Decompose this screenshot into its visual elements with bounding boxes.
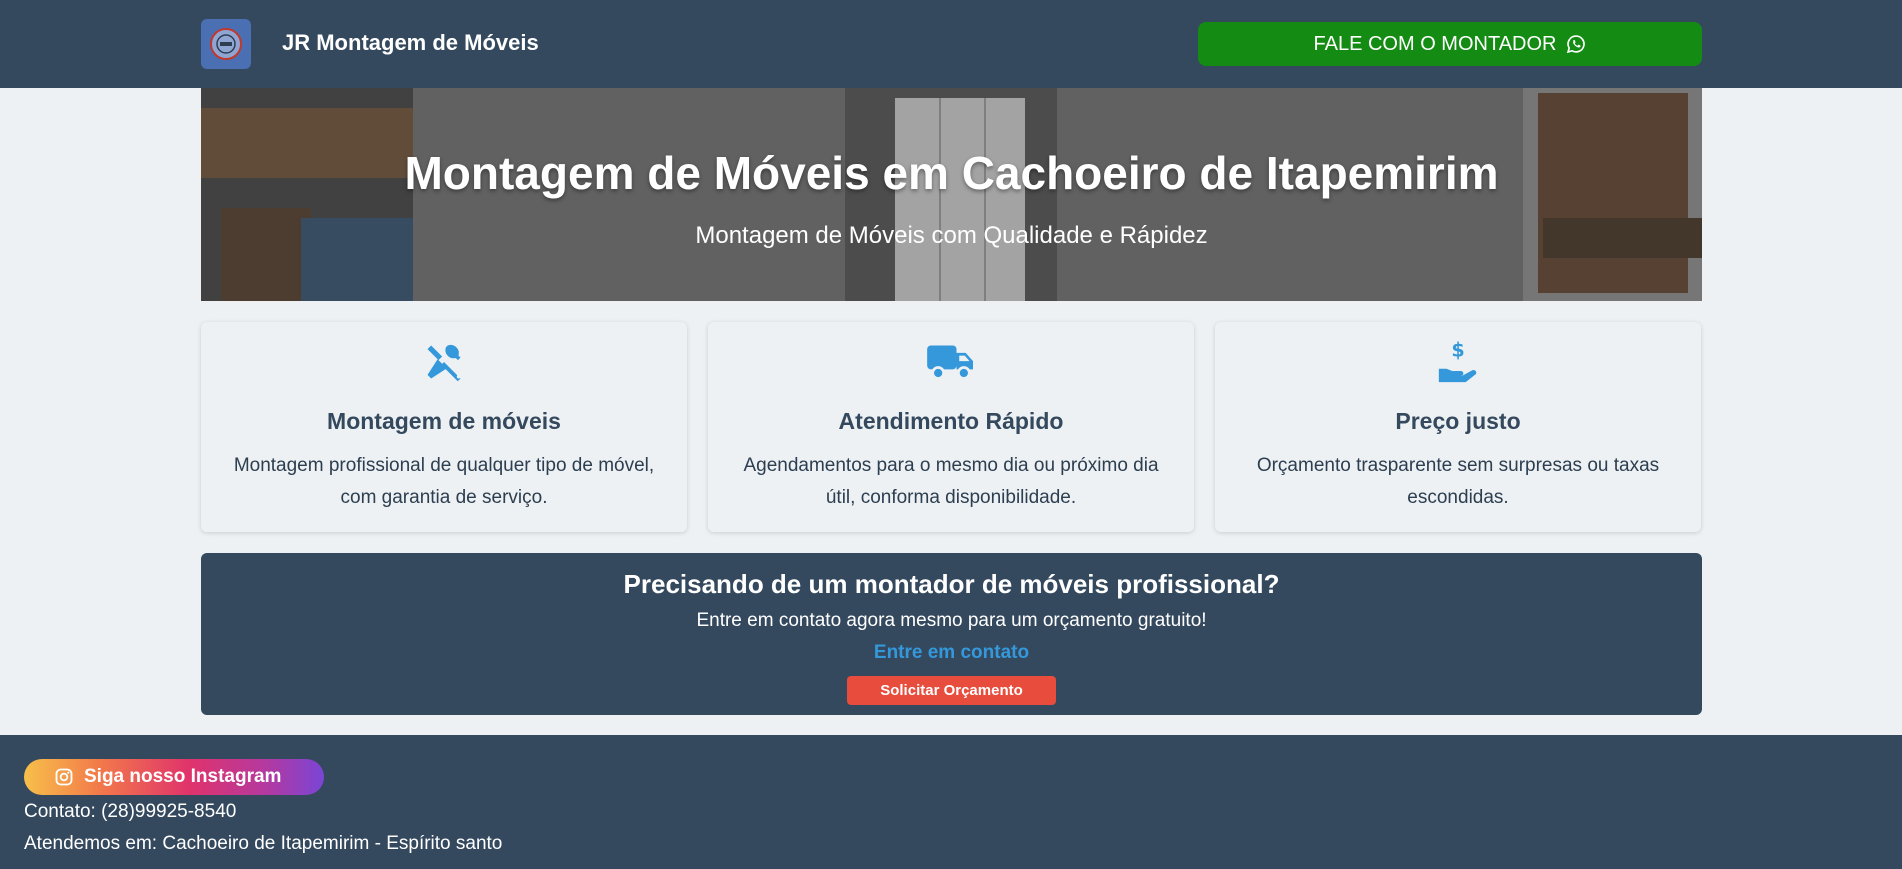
truck-icon xyxy=(927,345,973,380)
brand-name[interactable]: JR Montagem de Móveis xyxy=(282,30,539,56)
footer-contact: Contato: (28)99925-8540 xyxy=(24,801,237,822)
tools-icon xyxy=(427,344,461,382)
contact-installer-label: FALE COM O MONTADOR xyxy=(1313,32,1557,55)
feature-title: Atendimento Rápido xyxy=(838,408,1064,434)
hand-dollar-icon: $ xyxy=(1438,340,1477,383)
cta-title: Precisando de um montador de móveis prof… xyxy=(623,569,1280,599)
instagram-label: Siga nosso Instagram xyxy=(84,766,282,787)
hero-subtitle: Montagem de Móveis com Qualidade e Rápid… xyxy=(695,222,1208,249)
logo[interactable] xyxy=(201,19,251,69)
feature-text: Montagem profissional de qualquer tipo d… xyxy=(233,455,655,508)
instagram-icon xyxy=(55,768,73,786)
hero-title: Montagem de Móveis em Cachoeiro de Itape… xyxy=(404,147,1499,199)
contact-installer-button[interactable]: FALE COM O MONTADOR xyxy=(1198,22,1702,66)
cta-text: Entre em contato agora mesmo para um orç… xyxy=(696,610,1207,631)
feature-title: Montagem de móveis xyxy=(327,408,561,434)
request-quote-button[interactable]: Solicitar Orçamento xyxy=(847,676,1056,705)
site-footer: Siga nosso Instagram Contato: (28)99925-… xyxy=(0,735,1902,869)
contact-cta-section: Precisando de um montador de móveis prof… xyxy=(201,553,1702,715)
feature-card-fair-price: $ Preço justo Orçamento trasparente sem … xyxy=(1215,322,1701,532)
instagram-button[interactable]: Siga nosso Instagram xyxy=(24,759,324,795)
feature-text: Orçamento trasparente sem surpresas ou t… xyxy=(1256,455,1660,508)
contact-link[interactable]: Entre em contato xyxy=(201,642,1702,664)
feature-title: Preço justo xyxy=(1395,408,1521,434)
whatsapp-icon xyxy=(1567,35,1586,54)
feature-card-assembly: Montagem de móveis Montagem profissional… xyxy=(201,322,687,532)
hero-banner: Montagem de Móveis em Cachoeiro de Itape… xyxy=(201,88,1702,301)
svg-text:$: $ xyxy=(1451,340,1464,361)
site-header: JR Montagem de Móveis FALE COM O MONTADO… xyxy=(0,0,1902,88)
logo-emblem-icon xyxy=(210,28,242,60)
feature-text: Agendamentos para o mesmo dia ou próximo… xyxy=(743,455,1159,508)
footer-service-area: Atendemos em: Cachoeiro de Itapemirim - … xyxy=(24,833,503,854)
feature-card-fast-service: Atendimento Rápido Agendamentos para o m… xyxy=(708,322,1194,532)
